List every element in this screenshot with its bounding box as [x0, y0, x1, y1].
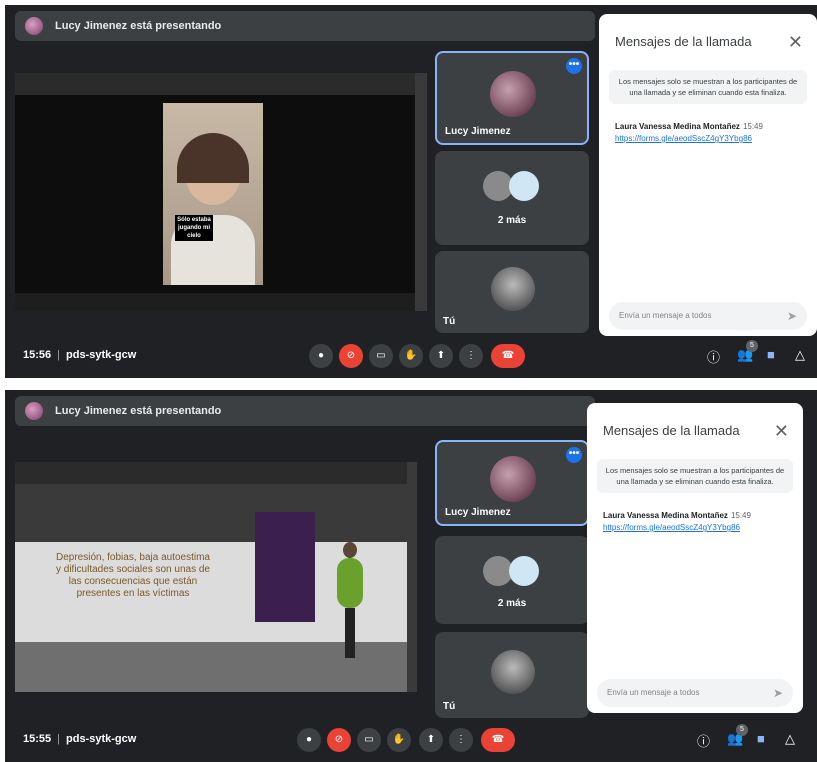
character-head — [343, 542, 357, 558]
sender-name: Laura Vanessa Medina Montañez — [615, 122, 740, 131]
present-icon[interactable]: ⬆ — [419, 728, 443, 752]
person-hair — [177, 133, 249, 183]
purple-panel — [255, 512, 315, 622]
message-link[interactable]: https://forms.gle/aeodSscZ4gY3Ybg86 — [603, 523, 740, 532]
clock: 15:56 — [23, 349, 52, 361]
chat-notice: Los mensajes solo se muestran a los part… — [609, 70, 807, 104]
chat-notice: Los mensajes solo se muestran a los part… — [597, 459, 793, 493]
participant-tile-self[interactable]: Tú — [435, 251, 589, 333]
chat-placeholder: Envía un mensaje a todos — [619, 311, 712, 320]
participant-tile-more[interactable]: 2 más — [435, 151, 589, 245]
participant-tile-self[interactable]: Tú — [435, 632, 589, 718]
separator: | — [57, 349, 60, 361]
chat-panel: Mensajes de la llamada ✕ Los mensajes so… — [599, 14, 817, 336]
chat-icon[interactable]: ■ — [767, 347, 775, 362]
character-legs — [345, 608, 355, 658]
presenting-banner: Lucy Jimenez está presentando — [15, 11, 595, 41]
presenter-avatar — [25, 402, 43, 420]
present-icon[interactable]: ⬆ — [429, 344, 453, 368]
browser-toolbar — [15, 73, 427, 95]
hang-up-icon[interactable]: ☎ — [481, 728, 515, 752]
activities-icon[interactable]: △ — [795, 347, 805, 363]
presenting-text: Lucy Jimenez está presentando — [55, 405, 222, 417]
close-icon[interactable]: ✕ — [788, 32, 803, 53]
chat-input[interactable]: Envía un mensaje a todos ➤ — [609, 302, 807, 330]
shared-screen: Sólo estaba jugando mi cielo — [15, 73, 427, 311]
presenting-banner: Lucy Jimenez está presentando — [15, 396, 595, 426]
chat-placeholder: Envía un mensaje a todos — [607, 688, 700, 697]
presenting-text: Lucy Jimenez está presentando — [55, 20, 222, 32]
meet-screen-1: Lucy Jimenez está presentando Sólo estab… — [5, 5, 817, 378]
people-count-badge: 5 — [746, 340, 758, 352]
avatar-character — [337, 542, 363, 662]
presenter-avatar-image — [490, 456, 536, 502]
info-icon[interactable]: ⓘ — [707, 347, 720, 366]
more-options-icon[interactable]: ••• — [566, 447, 582, 463]
activities-icon[interactable]: △ — [785, 731, 795, 747]
self-label: Tú — [443, 701, 456, 712]
control-bar: 15:55 | pds-sytk-gcw ● ⊘ ▭ ✋ ⬆ ⋮ ☎ ⓘ 👥 5 ■… — [5, 718, 817, 762]
audio-indicator-icon: ••• — [566, 58, 582, 74]
presenter-avatar-image — [490, 71, 536, 117]
sender-name: Laura Vanessa Medina Montañez — [603, 511, 728, 520]
people-count-badge: 5 — [736, 724, 748, 736]
message-sender: Laura Vanessa Medina Montañez 15:49 — [615, 122, 763, 131]
separator: | — [57, 733, 60, 745]
video-caption: Sólo estaba jugando mi cielo — [175, 215, 213, 241]
meeting-details: 15:55 | pds-sytk-gcw — [23, 733, 136, 745]
meeting-details: 15:56 | pds-sytk-gcw — [23, 349, 136, 361]
browser-toolbar — [15, 462, 417, 484]
presenter-avatar — [25, 17, 43, 35]
mic-icon[interactable]: ● — [309, 344, 333, 368]
control-bar: 15:56 | pds-sytk-gcw ● ⊘ ▭ ✋ ⬆ ⋮ ☎ ⓘ 👥 5 ■… — [5, 334, 817, 378]
participant-tile-more[interactable]: 2 más — [435, 536, 589, 624]
meet-screen-2: Lucy Jimenez está presentando Depresión,… — [5, 390, 817, 762]
message-time: 15:49 — [742, 122, 763, 131]
video-frame: Sólo estaba jugando mi cielo — [163, 103, 263, 285]
participant-tile-presenter[interactable]: ••• Lucy Jimenez — [435, 440, 589, 526]
more-icon[interactable]: ⋮ — [459, 344, 483, 368]
send-icon[interactable]: ➤ — [787, 309, 797, 323]
clock: 15:55 — [23, 733, 52, 745]
camera-off-icon[interactable]: ⊘ — [339, 344, 363, 368]
raise-hand-icon[interactable]: ✋ — [399, 344, 423, 368]
message-time: 15:49 — [730, 511, 751, 520]
video-info-bar — [15, 293, 415, 311]
message-sender: Laura Vanessa Medina Montañez 15:49 — [603, 511, 751, 520]
chat-title: Mensajes de la llamada — [615, 34, 752, 49]
more-participants-label: 2 más — [497, 598, 527, 609]
chat-title: Mensajes de la llamada — [603, 423, 740, 438]
chat-input[interactable]: Envía un mensaje a todos ➤ — [597, 679, 793, 707]
character-dress — [337, 558, 363, 608]
info-icon[interactable]: ⓘ — [697, 731, 710, 750]
more-participants-label: 2 más — [497, 215, 527, 226]
participant-avatar — [509, 556, 539, 586]
send-icon[interactable]: ➤ — [773, 686, 783, 700]
hang-up-icon[interactable]: ☎ — [491, 344, 525, 368]
participant-name: Lucy Jimenez — [445, 126, 511, 137]
close-icon[interactable]: ✕ — [774, 421, 789, 442]
mic-icon[interactable]: ● — [297, 728, 321, 752]
meeting-code: pds-sytk-gcw — [66, 349, 137, 361]
more-icon[interactable]: ⋮ — [449, 728, 473, 752]
camera-off-icon[interactable]: ⊘ — [327, 728, 351, 752]
self-avatar — [491, 650, 535, 694]
chat-icon[interactable]: ■ — [757, 731, 765, 746]
participant-avatar — [509, 171, 539, 201]
slide-text: Depresión, fobias, baja autoestima y dif… — [56, 552, 210, 599]
self-label: Tú — [443, 316, 456, 327]
shared-screen: Depresión, fobias, baja autoestima y dif… — [15, 462, 417, 692]
participant-tile-presenter[interactable]: ••• Lucy Jimenez — [435, 51, 589, 145]
meeting-code: pds-sytk-gcw — [66, 733, 137, 745]
self-avatar — [491, 267, 535, 311]
participant-name: Lucy Jimenez — [445, 507, 511, 518]
message-link[interactable]: https://forms.gle/aeodSscZ4gY3Ybg86 — [615, 134, 752, 143]
captions-icon[interactable]: ▭ — [369, 344, 393, 368]
raise-hand-icon[interactable]: ✋ — [387, 728, 411, 752]
captions-icon[interactable]: ▭ — [357, 728, 381, 752]
browser-sidebar — [407, 462, 417, 692]
browser-sidebar — [415, 73, 427, 311]
chat-panel: Mensajes de la llamada ✕ Los mensajes so… — [587, 403, 803, 713]
